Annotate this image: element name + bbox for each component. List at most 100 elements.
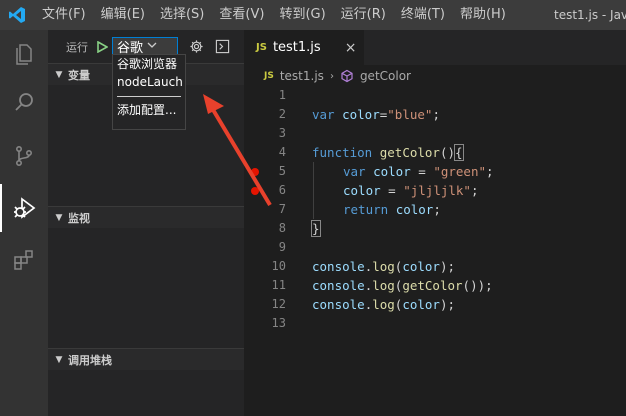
activity-bar [0, 30, 48, 416]
indent-guide [313, 200, 314, 219]
line-number: 6 [278, 183, 286, 197]
code-token: ); [439, 297, 456, 312]
line-number: 13 [271, 316, 286, 330]
code-line: 9 [244, 238, 626, 257]
code-token: return [343, 202, 389, 217]
menu-terminal[interactable]: 终端(T) [393, 0, 452, 30]
line-number: 8 [278, 221, 286, 235]
code-token: function [312, 145, 373, 160]
menu-help[interactable]: 帮助(H) [452, 0, 513, 30]
line-number: 2 [278, 107, 286, 121]
code-line: 2 var color="blue"; [244, 105, 626, 124]
dropdown-separator [113, 91, 185, 101]
code-line: 12 console.log(color); [244, 295, 626, 314]
launch-config-dropdown: 谷歌浏览器 nodeLauch 添加配置... [112, 54, 186, 130]
breadcrumb-file[interactable]: test1.js [280, 69, 324, 83]
tab-test1-js[interactable]: JS test1.js × [244, 30, 364, 65]
dropdown-option[interactable]: nodeLauch [113, 73, 185, 91]
line-number: 9 [278, 240, 286, 254]
indent-guide [313, 162, 314, 181]
section-title: 调用堆栈 [68, 353, 112, 367]
dropdown-option[interactable]: 谷歌浏览器 [113, 55, 185, 73]
start-debugging-icon[interactable] [96, 40, 110, 54]
watch-section-header[interactable]: ▼ 监视 [48, 206, 244, 228]
chevron-right-icon: › [329, 70, 334, 82]
code-token: ()); [462, 278, 493, 293]
code-token: console [312, 278, 365, 293]
menu-selection[interactable]: 选择(S) [152, 0, 211, 30]
section-title: 监视 [68, 211, 90, 225]
line-number: 10 [271, 259, 286, 273]
code-token: } [311, 220, 321, 237]
code-line: 5 var color = "green"; [244, 162, 626, 181]
tab-label: test1.js [272, 40, 321, 55]
code-line: 3 [244, 124, 626, 143]
code-token: "blue" [387, 107, 433, 122]
code-token: var [312, 107, 335, 122]
code-line: 6 color = "jljljlk"; [244, 181, 626, 200]
code-token: getColor [379, 145, 440, 160]
extensions-icon[interactable] [0, 236, 48, 284]
code-token: "green" [433, 164, 487, 179]
code-token: { [454, 144, 464, 161]
code-line: 7 return color; [244, 200, 626, 219]
code-token: color [342, 107, 380, 122]
close-icon[interactable]: × [345, 40, 357, 56]
code-token: log [372, 278, 395, 293]
js-file-icon: JS [264, 71, 274, 81]
chevron-down-icon: ▼ [55, 212, 63, 223]
code-token: color [395, 202, 434, 217]
menu-file[interactable]: 文件(F) [34, 0, 93, 30]
chevron-down-icon: ▼ [55, 69, 63, 80]
code-token: = [380, 183, 404, 198]
code-token: ; [470, 183, 479, 198]
add-configuration-option[interactable]: 添加配置... [113, 101, 185, 119]
chevron-down-icon [147, 41, 157, 52]
code-token: color [402, 259, 440, 274]
vscode-logo-icon [0, 0, 34, 30]
line-number: 11 [271, 278, 286, 292]
explorer-icon[interactable] [0, 30, 48, 78]
code-token: color [373, 164, 411, 179]
chevron-down-icon: ▼ [55, 354, 63, 365]
line-number: 4 [278, 145, 286, 159]
code-line: 8 } [244, 219, 626, 238]
editor-tab-bar: JS test1.js × [244, 30, 626, 65]
menu-run[interactable]: 运行(R) [333, 0, 393, 30]
line-number: 12 [271, 297, 286, 311]
window-title: test1.js - JavaScript [554, 8, 626, 22]
gear-icon[interactable] [188, 39, 204, 55]
line-number: 3 [278, 126, 286, 140]
code-line: 13 [244, 314, 626, 333]
section-title: 变量 [68, 68, 90, 82]
code-editor[interactable]: 1 2 var color="blue"; 3 4 function getCo… [244, 86, 626, 416]
code-line: 1 [244, 86, 626, 105]
indent-guide [313, 181, 314, 200]
run-label: 运行 [66, 40, 88, 54]
search-icon[interactable] [0, 78, 48, 126]
code-token: console [312, 259, 365, 274]
menu-go[interactable]: 转到(G) [271, 0, 332, 30]
source-control-icon[interactable] [0, 132, 48, 180]
call-stack-section-header[interactable]: ▼ 调用堆栈 [48, 348, 244, 370]
breadcrumb-symbol[interactable]: getColor [360, 69, 411, 83]
menu-bar: 文件(F) 编辑(E) 选择(S) 查看(V) 转到(G) 运行(R) 终端(T… [34, 0, 513, 30]
code-token: color [402, 297, 440, 312]
code-token: "jljljlk" [403, 183, 471, 198]
code-token: ; [432, 107, 440, 122]
code-token: color [343, 183, 381, 198]
code-token: getColor [402, 278, 463, 293]
code-token: = [410, 164, 434, 179]
debug-console-icon[interactable] [214, 39, 230, 55]
code-token: log [372, 259, 395, 274]
menu-view[interactable]: 查看(V) [211, 0, 271, 30]
code-token: () [439, 145, 456, 160]
method-icon [340, 69, 354, 83]
code-line: 4 function getColor(){ [244, 143, 626, 162]
code-token: ; [486, 164, 494, 179]
menu-edit[interactable]: 编辑(E) [93, 0, 152, 30]
run-debug-icon[interactable] [0, 184, 48, 232]
